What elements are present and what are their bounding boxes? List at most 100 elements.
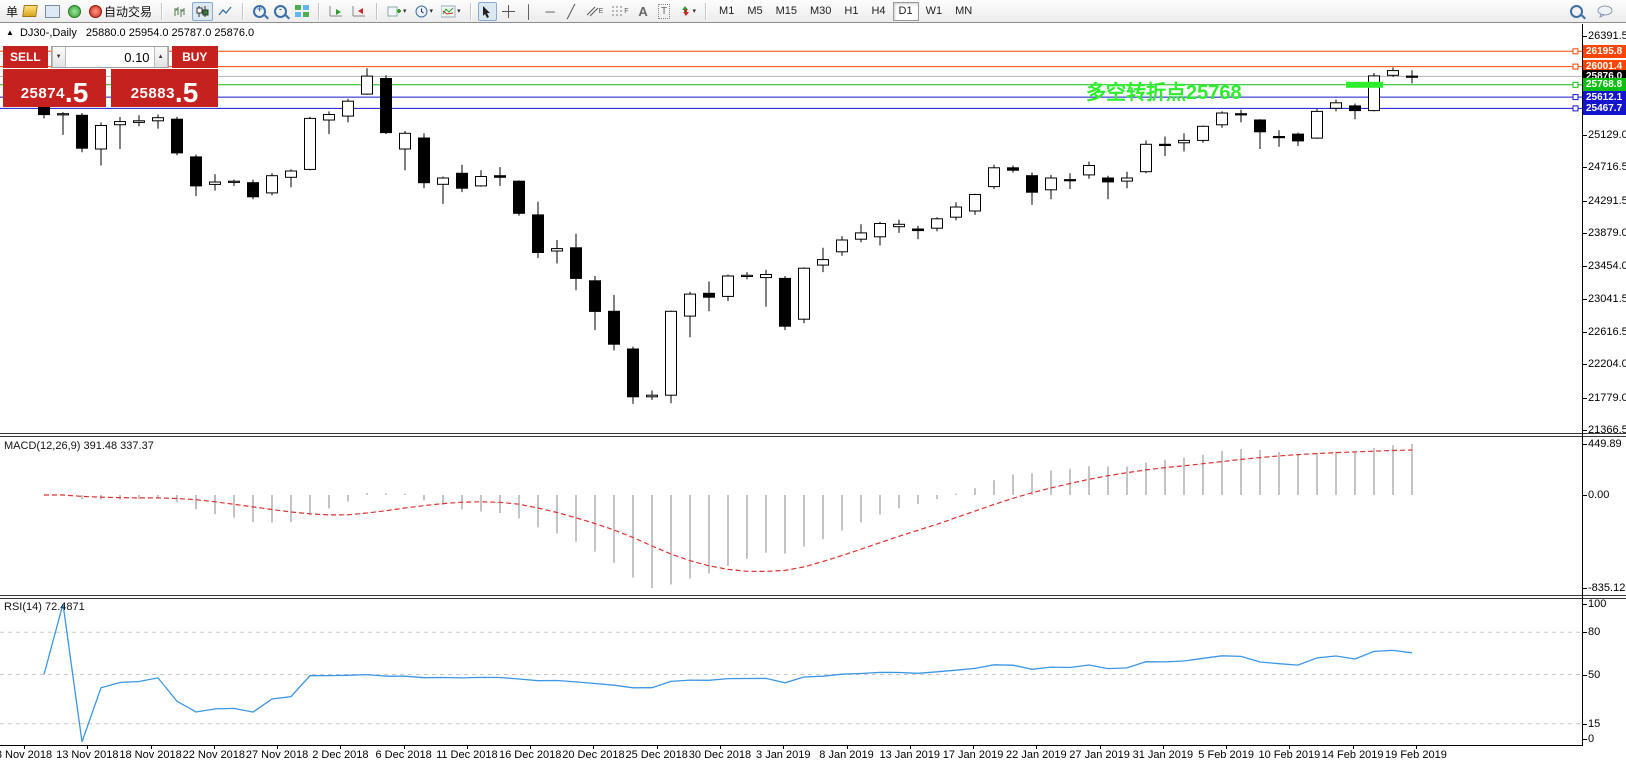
axis-tick (1582, 444, 1587, 445)
crosshair-tool-button[interactable] (499, 2, 518, 21)
vertical-line-tool-button[interactable]: │ (520, 2, 539, 21)
new-order-button[interactable] (20, 2, 40, 21)
timeframe-button-h4[interactable]: H4 (865, 2, 891, 21)
date-label: 3 Jan 2019 (756, 749, 810, 761)
volume-increase-button[interactable]: ▲ (154, 47, 168, 67)
price-axis-line (1582, 24, 1583, 745)
cursor-tool-button[interactable] (478, 2, 497, 21)
candlestick-chart-button[interactable] (192, 2, 213, 21)
rsi-indicator-pane[interactable] (0, 599, 1582, 745)
dropdown-arrow-icon[interactable]: ▾ (430, 7, 434, 15)
toolbar-separator (470, 3, 472, 20)
bar-chart-button[interactable] (169, 2, 190, 21)
axis-tick (1582, 36, 1587, 37)
new-order-partial-label[interactable]: 单 (6, 3, 18, 20)
trendline-icon: ╱ (567, 5, 575, 18)
sell-button[interactable]: SELL (3, 46, 48, 68)
signals-button[interactable] (65, 2, 84, 21)
timeframe-button-m15[interactable]: M15 (770, 2, 803, 21)
axis-tick (1582, 398, 1587, 399)
text-label-tool-button[interactable]: T (655, 2, 674, 21)
search-icon (1570, 5, 1583, 18)
timeframe-button-m5[interactable]: M5 (741, 2, 768, 21)
date-tick (340, 745, 341, 749)
chart-title: ▲ DJ30-,Daily 25880.0 25954.0 25787.0 25… (6, 27, 254, 39)
trendline-tool-button[interactable]: ╱ (562, 2, 581, 21)
timeframe-button-d1[interactable]: D1 (893, 2, 919, 21)
price-tick-label: 22204.0 (1588, 358, 1626, 370)
zoom-out-button[interactable]: - (271, 2, 290, 21)
sell-price-display[interactable]: 25874 .5 (3, 69, 106, 107)
line-chart-button[interactable] (215, 2, 236, 21)
new-chart-button[interactable]: ▾ (384, 2, 410, 21)
date-tick (404, 745, 405, 749)
buy-price-display[interactable]: 25883 .5 (111, 69, 218, 107)
fibonacci-tool-button[interactable]: F (608, 2, 631, 21)
sell-price-main: 25874 (21, 85, 65, 102)
axis-tick (1582, 266, 1587, 267)
dropdown-arrow-icon[interactable]: ▾ (693, 7, 697, 15)
date-tick (910, 745, 911, 749)
date-tick (1416, 745, 1417, 749)
axis-tick (1582, 604, 1587, 605)
auto-scroll-button[interactable] (326, 2, 347, 21)
arrows-tool-button[interactable]: ▾ (676, 2, 700, 21)
vertical-line-icon: │ (525, 5, 533, 18)
dropdown-arrow-icon[interactable]: ▾ (457, 7, 461, 15)
line-chart-icon (218, 5, 233, 18)
text-tool-button[interactable]: A (634, 2, 653, 21)
axis-tick (1582, 632, 1587, 633)
date-label: 18 Nov 2018 (119, 749, 181, 761)
date-tick (657, 745, 658, 749)
rsi-tick-label: 100 (1588, 598, 1606, 610)
zoom-in-button[interactable]: + (250, 2, 269, 21)
chat-icon (1597, 5, 1613, 18)
dropdown-arrow-icon[interactable]: ▾ (403, 7, 407, 15)
periods-clock-button[interactable]: ▾ (412, 2, 437, 21)
toolbar-separator (705, 3, 707, 20)
toolbar-separator (376, 3, 378, 20)
timeframe-button-h1[interactable]: H1 (838, 2, 864, 21)
date-label: 25 Dec 2018 (625, 749, 687, 761)
date-tick (1036, 745, 1037, 749)
timeframe-button-w1[interactable]: W1 (920, 2, 949, 21)
auto-trading-button[interactable]: 自动交易 (86, 2, 155, 21)
candlestick-chart-icon (195, 5, 210, 18)
date-tick (783, 745, 784, 749)
date-tick (530, 745, 531, 749)
macd-tick-label: 0.00 (1588, 489, 1609, 501)
axis-tick (1582, 588, 1587, 589)
date-tick (847, 745, 848, 749)
date-tick (720, 745, 721, 749)
pane-separator[interactable] (0, 595, 1626, 599)
toolbar-separator (242, 3, 244, 20)
date-label: 8 Nov 2018 (0, 749, 52, 761)
market-watch-icon (45, 5, 60, 18)
buy-button[interactable]: BUY (172, 46, 218, 68)
axis-tick (1582, 724, 1587, 725)
volume-decrease-button[interactable]: ▼ (52, 47, 66, 67)
volume-input[interactable] (66, 47, 154, 67)
timeframe-button-m30[interactable]: M30 (804, 2, 837, 21)
search-button[interactable] (1567, 2, 1586, 21)
timeframe-button-mn[interactable]: MN (949, 2, 978, 21)
market-watch-button[interactable] (42, 2, 63, 21)
collapse-triangle-icon[interactable]: ▲ (6, 28, 14, 37)
chart-shift-button[interactable] (349, 2, 370, 21)
horizontal-line-tool-button[interactable]: ─ (541, 2, 560, 21)
tile-windows-button[interactable] (292, 2, 312, 21)
buy-price-frac: .5 (175, 80, 198, 106)
macd-tick-label: 449.89 (1588, 438, 1622, 450)
sell-price-frac: .5 (65, 80, 88, 106)
chat-button[interactable] (1594, 2, 1616, 21)
date-label: 16 Dec 2018 (499, 749, 561, 761)
date-tick (24, 745, 25, 749)
date-label: 11 Dec 2018 (436, 749, 498, 761)
macd-indicator-pane[interactable] (0, 437, 1582, 594)
pane-separator[interactable] (0, 433, 1626, 437)
channel-tool-button[interactable]: E (583, 2, 607, 21)
timeframe-button-m1[interactable]: M1 (713, 2, 740, 21)
indicators-button[interactable]: ▾ (438, 2, 464, 21)
date-label: 10 Feb 2019 (1259, 749, 1321, 761)
main-chart-pane[interactable] (0, 24, 1582, 433)
